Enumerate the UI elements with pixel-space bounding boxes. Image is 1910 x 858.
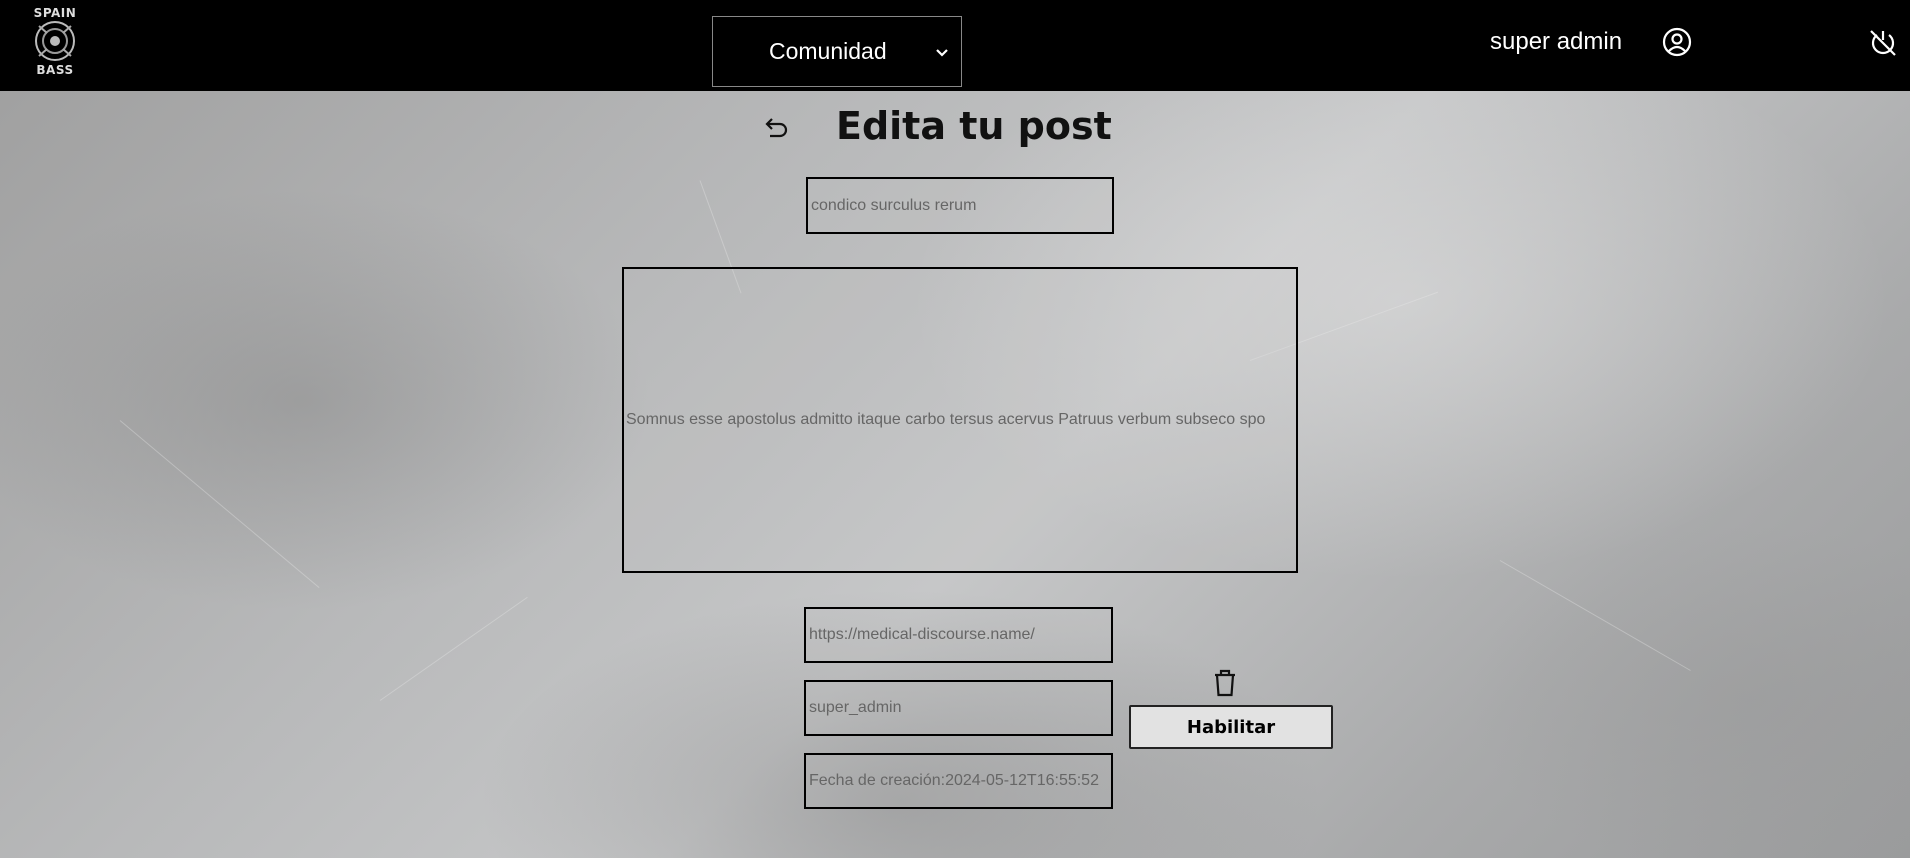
texture-scratch bbox=[1499, 560, 1691, 671]
section-select-value: Comunidad bbox=[769, 38, 887, 64]
trash-icon[interactable] bbox=[1212, 668, 1238, 698]
texture-scratch bbox=[379, 596, 528, 701]
post-url-value: https://medical-discourse.name/ bbox=[809, 626, 1035, 643]
post-url-input[interactable]: https://medical-discourse.name/ bbox=[804, 607, 1113, 663]
power-off-icon[interactable] bbox=[1868, 28, 1898, 58]
post-author-value: super_admin bbox=[809, 699, 902, 716]
enable-button[interactable]: Habilitar bbox=[1129, 705, 1333, 749]
chevron-down-icon bbox=[936, 48, 948, 57]
user-circle-icon[interactable] bbox=[1661, 26, 1693, 58]
logo-bottom-text: BASS bbox=[36, 63, 74, 77]
logo-emblem-icon bbox=[35, 21, 75, 61]
texture-scratch bbox=[119, 420, 320, 589]
post-title-input[interactable]: condico surculus rerum bbox=[806, 177, 1114, 234]
post-content-value: Somnus esse apostolus admitto itaque car… bbox=[626, 411, 1266, 428]
logo[interactable]: SPAIN BASS bbox=[20, 6, 90, 78]
undo-arrow-icon[interactable] bbox=[760, 114, 790, 144]
user-name[interactable]: super admin bbox=[1490, 28, 1622, 56]
post-date-value: Fecha de creación:2024-05-12T16:55:52 bbox=[809, 772, 1099, 789]
post-author-input[interactable]: super_admin bbox=[804, 680, 1113, 736]
page-title: Edita tu post bbox=[836, 104, 1112, 148]
post-title-value: condico surculus rerum bbox=[811, 196, 977, 214]
section-select[interactable]: Comunidad bbox=[712, 16, 962, 87]
navbar: SPAIN BASS Comunidad super admin bbox=[0, 0, 1910, 91]
post-content-textarea[interactable]: Somnus esse apostolus admitto itaque car… bbox=[622, 267, 1298, 573]
post-date-input[interactable]: Fecha de creación:2024-05-12T16:55:52 bbox=[804, 753, 1113, 809]
